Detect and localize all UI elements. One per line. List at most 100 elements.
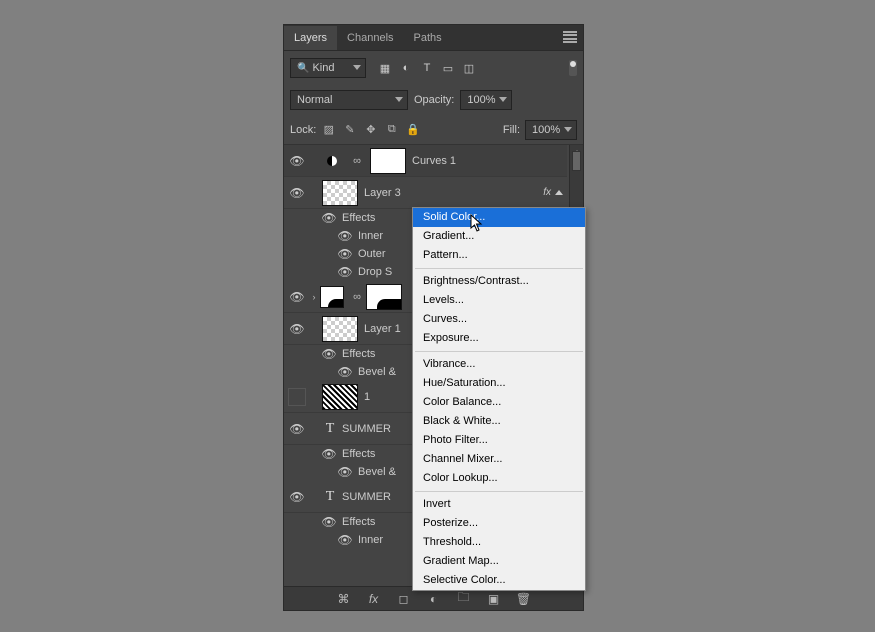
visibility-icon[interactable]: 👁	[336, 363, 354, 381]
menu-black-white[interactable]: Black & White...	[413, 412, 585, 431]
type-layer-icon: T	[322, 489, 338, 505]
menu-pattern[interactable]: Pattern...	[413, 246, 585, 265]
panel-menu-icon[interactable]	[563, 31, 577, 43]
fx-indicator[interactable]: fx	[543, 187, 563, 198]
visibility-icon[interactable]: 👁	[320, 445, 338, 463]
filter-toggle[interactable]	[569, 60, 577, 76]
filter-smart-icon[interactable]: ◫	[462, 61, 476, 75]
menu-vibrance[interactable]: Vibrance...	[413, 355, 585, 374]
blend-mode-dropdown[interactable]: Normal	[290, 90, 408, 110]
menu-levels[interactable]: Levels...	[413, 291, 585, 310]
menu-color-balance[interactable]: Color Balance...	[413, 393, 585, 412]
opacity-value: 100%	[467, 94, 495, 106]
visibility-icon[interactable]: 👁	[336, 245, 354, 263]
menu-separator	[415, 268, 583, 269]
visibility-icon[interactable]: 👁	[288, 320, 306, 338]
lock-row: Lock: ▨ ✎ ✥ ⧉ 🔒 Fill: 100%	[284, 115, 583, 145]
scroll-thumb[interactable]	[572, 151, 581, 171]
layer-thumb[interactable]	[322, 180, 358, 206]
layer-3[interactable]: 👁 Layer 3 fx	[284, 177, 567, 209]
menu-photo-filter[interactable]: Photo Filter...	[413, 431, 585, 450]
adjustment-context-menu: Solid Color... Gradient... Pattern... Br…	[412, 207, 586, 591]
panel-tabbar: Layers Channels Paths	[284, 25, 583, 51]
opacity-dropdown[interactable]: 100%	[460, 90, 512, 110]
filter-shape-icon[interactable]: ▭	[441, 61, 455, 75]
layer-name: 1	[364, 391, 370, 403]
layer-thumb[interactable]	[320, 286, 344, 308]
visibility-icon[interactable]: 👁	[320, 345, 338, 363]
search-icon: 🔍	[297, 63, 309, 74]
type-layer-icon: T	[322, 421, 338, 437]
blend-mode-value: Normal	[297, 94, 332, 106]
tab-channels[interactable]: Channels	[337, 26, 403, 50]
layer-mask-icon[interactable]: ◻	[396, 591, 412, 607]
visibility-icon[interactable]: 👁	[336, 463, 354, 481]
filter-adjustment-icon[interactable]: ◐	[399, 61, 413, 75]
menu-exposure[interactable]: Exposure...	[413, 329, 585, 348]
menu-color-lookup[interactable]: Color Lookup...	[413, 469, 585, 488]
menu-invert[interactable]: Invert	[413, 495, 585, 514]
layer-mask-thumb[interactable]	[366, 284, 402, 310]
layer-style-icon[interactable]: fx	[366, 591, 382, 607]
fill-dropdown[interactable]: 100%	[525, 120, 577, 140]
visibility-icon[interactable]: 👁	[336, 263, 354, 281]
filter-pixel-icon[interactable]: ▦	[378, 61, 392, 75]
menu-selective-color[interactable]: Selective Color...	[413, 571, 585, 590]
lock-all-icon[interactable]: 🔒	[405, 122, 420, 137]
delete-layer-icon[interactable]: 🗑	[516, 591, 532, 607]
visibility-icon[interactable]: 👁	[288, 184, 306, 202]
layer-name: SUMMER	[342, 423, 391, 435]
lock-position-icon[interactable]: ✥	[363, 122, 378, 137]
menu-separator	[415, 351, 583, 352]
visibility-icon[interactable]: 👁	[288, 152, 306, 170]
layer-curves[interactable]: 👁 ∞ Curves 1	[284, 145, 567, 177]
visibility-icon[interactable]: 👁	[320, 513, 338, 531]
visibility-icon[interactable]	[288, 388, 306, 406]
link-icon: ∞	[350, 291, 364, 303]
menu-gradient-map[interactable]: Gradient Map...	[413, 552, 585, 571]
blend-row: Normal Opacity: 100%	[284, 85, 583, 115]
layer-name: Curves 1	[412, 155, 456, 167]
visibility-icon[interactable]: 👁	[288, 488, 306, 506]
link-layers-icon[interactable]: ⌘	[336, 591, 352, 607]
layer-thumb[interactable]	[322, 316, 358, 342]
menu-gradient[interactable]: Gradient...	[413, 227, 585, 246]
filter-kind-label: Kind	[312, 62, 334, 74]
adjustment-layer-icon[interactable]: ◐	[426, 591, 442, 607]
menu-brightness-contrast[interactable]: Brightness/Contrast...	[413, 272, 585, 291]
disclosure-icon[interactable]: ›	[308, 292, 320, 302]
layer-thumb[interactable]	[322, 384, 358, 410]
link-icon: ∞	[350, 155, 364, 167]
menu-hue-saturation[interactable]: Hue/Saturation...	[413, 374, 585, 393]
lock-transparency-icon[interactable]: ▨	[321, 122, 336, 137]
menu-solid-color[interactable]: Solid Color...	[413, 208, 585, 227]
chevron-down-icon	[395, 97, 403, 102]
visibility-icon[interactable]: 👁	[336, 227, 354, 245]
visibility-icon[interactable]: 👁	[288, 288, 306, 306]
menu-threshold[interactable]: Threshold...	[413, 533, 585, 552]
visibility-icon[interactable]: 👁	[320, 209, 338, 227]
filter-type-icons: ▦ ◐ T ▭ ◫	[378, 61, 476, 75]
menu-posterize[interactable]: Posterize...	[413, 514, 585, 533]
visibility-icon[interactable]: 👁	[336, 531, 354, 549]
adjustment-icon	[322, 151, 342, 171]
filter-row: 🔍 Kind ▦ ◐ T ▭ ◫	[284, 51, 583, 85]
group-icon[interactable]: 🗀	[456, 591, 472, 607]
tab-paths[interactable]: Paths	[404, 26, 452, 50]
chevron-down-icon	[499, 97, 507, 102]
lock-artboard-icon[interactable]: ⧉	[384, 122, 399, 137]
filter-kind-dropdown[interactable]: 🔍 Kind	[290, 58, 366, 78]
layer-mask-thumb[interactable]	[370, 148, 406, 174]
layer-name: Layer 1	[364, 323, 401, 335]
new-layer-icon[interactable]: ▣	[486, 591, 502, 607]
layer-name: Layer 3	[364, 187, 401, 199]
menu-curves[interactable]: Curves...	[413, 310, 585, 329]
fill-value: 100%	[532, 124, 560, 136]
opacity-label: Opacity:	[414, 94, 454, 106]
tab-layers[interactable]: Layers	[284, 26, 337, 50]
filter-type-icon[interactable]: T	[420, 61, 434, 75]
fill-label: Fill:	[503, 124, 520, 136]
lock-image-icon[interactable]: ✎	[342, 122, 357, 137]
visibility-icon[interactable]: 👁	[288, 420, 306, 438]
menu-channel-mixer[interactable]: Channel Mixer...	[413, 450, 585, 469]
